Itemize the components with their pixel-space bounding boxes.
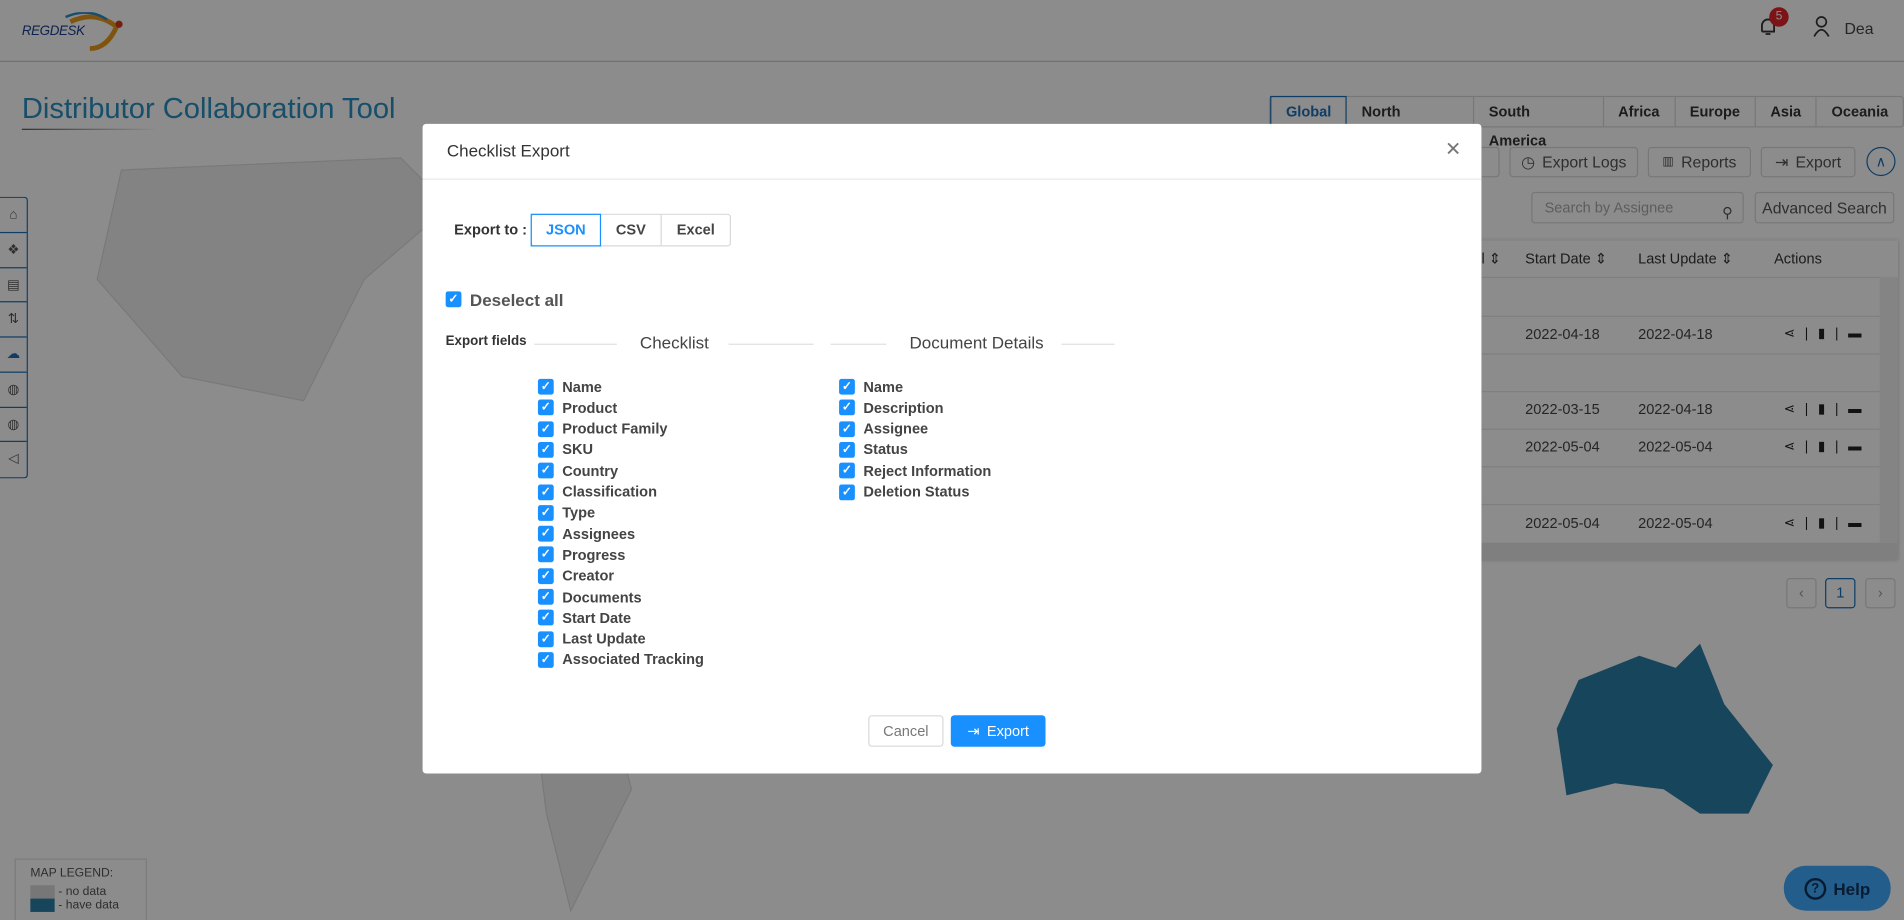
check-icon: ✓ [537, 504, 554, 521]
check-icon: ✓ [537, 441, 554, 458]
field-label: Creator [562, 567, 615, 585]
format-csv[interactable]: CSV [601, 214, 662, 246]
field-checkbox[interactable]: ✓ Creator [537, 565, 615, 586]
export-icon: ⇥ [967, 722, 980, 740]
field-label: Product [562, 399, 618, 417]
field-label: Name [562, 378, 602, 396]
divider [534, 343, 617, 345]
checklist-section-title: Checklist [639, 332, 709, 353]
field-label: Reject Information [863, 462, 992, 480]
page: REGDESK 5 Dea Distributor Collaboration … [0, 0, 1904, 920]
check-icon: ✓ [445, 291, 462, 308]
deselect-all-label: Deselect all [469, 289, 564, 310]
export-to-label: Export to : [454, 221, 528, 239]
cancel-button[interactable]: Cancel [868, 715, 944, 747]
field-label: Associated Tracking [562, 651, 704, 669]
field-label: Assignees [562, 525, 636, 543]
field-checkbox[interactable]: ✓ Assignee [839, 418, 928, 439]
check-icon: ✓ [537, 462, 554, 479]
field-checkbox[interactable]: ✓ Type [537, 502, 596, 523]
field-label: Description [863, 399, 944, 417]
field-label: Deletion Status [863, 483, 970, 501]
field-checkbox[interactable]: ✓ Reject Information [839, 460, 991, 481]
field-label: Last Update [562, 630, 646, 648]
field-checkbox[interactable]: ✓ Deletion Status [839, 481, 969, 502]
field-checkbox[interactable]: ✓ Associated Tracking [537, 650, 704, 671]
export-button-label: Export [986, 722, 1029, 740]
divider [1061, 343, 1115, 345]
deselect-all-checkbox[interactable]: ✓ Deselect all [445, 289, 564, 310]
check-icon: ✓ [839, 441, 855, 458]
field-checkbox[interactable]: ✓ Progress [537, 544, 626, 565]
modal-title: Checklist Export [446, 140, 570, 161]
field-checkbox[interactable]: ✓ SKU [537, 439, 593, 460]
divider [728, 343, 814, 345]
modal-header: Checklist Export ✕ [422, 124, 1482, 180]
check-icon: ✓ [537, 567, 554, 584]
check-icon: ✓ [537, 399, 554, 416]
field-label: Start Date [562, 609, 632, 627]
format-json[interactable]: JSON [530, 213, 602, 247]
export-button[interactable]: ⇥ Export [950, 715, 1046, 747]
field-checkbox[interactable]: ✓ Start Date [537, 608, 632, 629]
check-icon: ✓ [537, 378, 554, 395]
field-checkbox[interactable]: ✓ Last Update [537, 629, 646, 650]
field-checkbox[interactable]: ✓ Country [537, 460, 619, 481]
field-label: Type [562, 504, 596, 522]
divider [830, 343, 887, 345]
field-label: SKU [562, 441, 593, 459]
check-icon: ✓ [839, 420, 855, 437]
field-checkbox[interactable]: ✓ Name [537, 376, 602, 397]
format-excel[interactable]: Excel [662, 215, 730, 245]
field-checkbox[interactable]: ✓ Assignees [537, 523, 636, 544]
field-label: Name [863, 378, 904, 396]
field-checkbox[interactable]: ✓ Classification [537, 481, 657, 502]
export-fields-label: Export fields [445, 333, 527, 349]
field-checkbox[interactable]: ✓ Status [839, 439, 908, 460]
check-icon: ✓ [839, 462, 855, 479]
check-icon: ✓ [537, 588, 554, 605]
check-icon: ✓ [537, 651, 554, 668]
field-checkbox[interactable]: ✓ Product Family [537, 418, 668, 439]
field-label: Assignee [863, 420, 929, 438]
field-checkbox[interactable]: ✓ Documents [537, 587, 642, 608]
close-icon[interactable]: ✕ [1445, 137, 1461, 161]
check-icon: ✓ [537, 546, 554, 563]
field-label: Country [562, 462, 619, 480]
check-icon: ✓ [839, 483, 855, 500]
check-icon: ✓ [839, 378, 855, 395]
field-label: Progress [562, 546, 626, 564]
field-label: Classification [562, 483, 657, 501]
check-icon: ✓ [537, 630, 554, 647]
check-icon: ✓ [537, 420, 554, 437]
field-label: Product Family [562, 420, 668, 438]
check-icon: ✓ [537, 483, 554, 500]
check-icon: ✓ [537, 609, 554, 626]
field-checkbox[interactable]: ✓ Description [839, 397, 944, 418]
format-selector: JSON CSV Excel [530, 213, 732, 247]
document-section-title: Document Details [909, 332, 1044, 353]
check-icon: ✓ [839, 399, 855, 416]
checklist-export-modal: Checklist Export ✕ Export to : JSON CSV … [422, 123, 1482, 774]
field-label: Status [863, 441, 908, 459]
check-icon: ✓ [537, 525, 554, 542]
field-checkbox[interactable]: ✓ Name [839, 376, 903, 397]
field-label: Documents [562, 588, 642, 606]
field-checkbox[interactable]: ✓ Product [537, 397, 618, 418]
